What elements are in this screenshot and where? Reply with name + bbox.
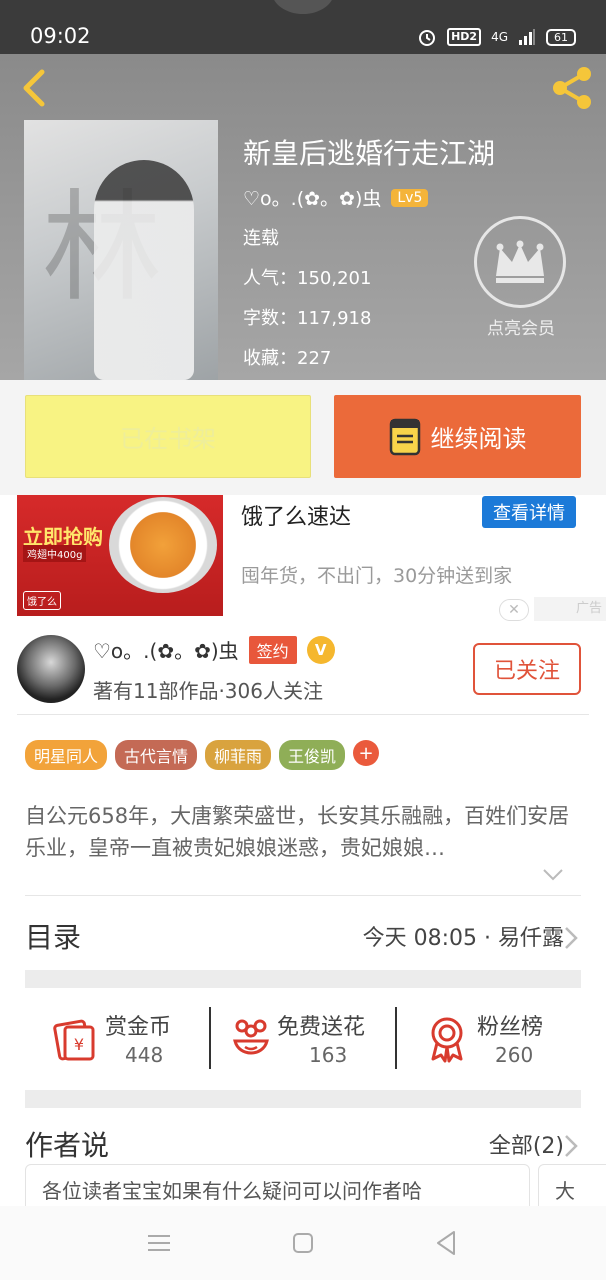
red-envelope-icon: ¥ — [53, 1019, 95, 1061]
medal-icon — [431, 1017, 463, 1063]
add-tag-button[interactable]: + — [353, 740, 380, 766]
tag-item[interactable]: 明星同人 — [25, 740, 108, 770]
tag-item[interactable]: 柳菲雨 — [205, 740, 272, 770]
back-button[interactable] — [14, 66, 54, 110]
author-card-name: ♡o。.(✿。✿)虫 — [93, 639, 239, 663]
vip-circle — [474, 216, 566, 308]
author-stats: 著有11部作品·306人关注 — [93, 679, 323, 703]
chevron-right-icon[interactable] — [564, 1134, 578, 1158]
network-label: 4G — [491, 30, 508, 44]
ad-image-subtitle: 鸡翅中400g — [23, 545, 87, 562]
ad-close-button[interactable]: ✕ — [499, 599, 529, 621]
book-popularity: 人气：150,201 — [243, 268, 372, 289]
chevron-left-icon — [23, 69, 45, 107]
signed-badge: 签约 — [248, 635, 297, 664]
signal-icon — [519, 29, 535, 45]
author-name: ♡o。.(✿。✿)虫 — [243, 188, 382, 210]
status-icons: HD2 4G 61 — [417, 24, 576, 50]
synopsis[interactable]: 自公元658年，大唐繁荣盛世，长安其乐融融，百姓们安居乐业，皇帝一直被贵妃娘娘迷… — [25, 800, 575, 864]
catalog-row[interactable]: 目录 今天 08:05 · 易仟露 — [0, 910, 606, 968]
section-separator — [25, 970, 581, 988]
follow-button[interactable]: 已关注 — [473, 643, 581, 695]
book-author[interactable]: ♡o。.(✿。✿)虫 Lv5 — [243, 184, 429, 211]
hd-badge: HD2 — [447, 28, 482, 46]
chevron-right-icon — [565, 927, 578, 949]
tag-list: 明星同人 古代言情 柳菲雨 王俊凯 + — [25, 740, 380, 770]
share-button[interactable] — [548, 64, 596, 112]
share-icon — [553, 67, 591, 109]
catalog-title: 目录 — [25, 921, 82, 954]
level-badge: Lv5 — [391, 188, 429, 207]
reward-coins-button[interactable]: ¥ 赏金币 448 — [25, 1005, 209, 1071]
alarm-icon — [419, 30, 436, 46]
verified-icon: V — [306, 635, 335, 664]
book-status: 连载 — [243, 228, 279, 249]
ad-detail-button[interactable]: 查看详情 — [482, 496, 576, 528]
stat-label: 粉丝榜 — [477, 1015, 544, 1040]
ad-image[interactable]: 立即抢购 鸡翅中400g 饿了么 — [17, 495, 223, 616]
book-word-count: 字数：117,918 — [243, 308, 372, 329]
divider — [17, 714, 589, 715]
cover-figure — [94, 160, 194, 380]
back-nav-icon[interactable] — [432, 1228, 462, 1258]
in-shelf-button[interactable]: 已在书架 — [25, 395, 311, 478]
tag-item[interactable]: 古代言情 — [115, 740, 198, 770]
system-nav-bar — [0, 1206, 606, 1280]
author-card-name-row: ♡o。.(✿。✿)虫 签约 V — [93, 635, 335, 664]
stat-label: 赏金币 — [105, 1015, 172, 1040]
status-time: 09:02 — [30, 24, 91, 48]
fan-ranking-button[interactable]: 粉丝榜 260 — [397, 1005, 581, 1071]
crown-icon — [496, 240, 544, 283]
book-title: 新皇后逃婚行走江湖 — [243, 137, 496, 170]
divider — [25, 895, 581, 896]
stat-value: 260 — [495, 1043, 534, 1067]
author-says-section: 作者说 全部(2) 各位读者宝宝如果有什么疑问可以问作者哈 大 — [0, 1120, 606, 1214]
book-collections: 收藏：227 — [243, 348, 332, 369]
vip-label: 点亮会员 — [487, 319, 555, 339]
ad-brand-logo: 饿了么 — [23, 591, 61, 610]
ad-title: 饿了么速达 — [241, 505, 352, 530]
book-header: 林 新皇后逃婚行走江湖 ♡o。.(✿。✿)虫 Lv5 连载 人气：150,201… — [0, 54, 606, 380]
ad-description: 囤年货，不出门，30分钟送到家 — [241, 565, 513, 587]
author-says-all-link[interactable]: 全部(2) — [489, 1128, 564, 1160]
svg-text:¥: ¥ — [74, 1035, 84, 1054]
continue-reading-button[interactable]: 继续阅读 — [334, 395, 581, 478]
action-bar: 已在书架 继续阅读 — [0, 380, 606, 495]
camera-notch — [272, 0, 334, 14]
author-card[interactable]: ♡o。.(✿。✿)虫 签约 V 著有11部作品·306人关注 已关注 — [0, 625, 606, 715]
flower-icon — [233, 1019, 269, 1055]
book-cover[interactable]: 林 — [24, 120, 218, 380]
status-bar: 09:02 HD2 4G 61 — [0, 0, 606, 54]
stats-row: ¥ 赏金币 448 免费送花 163 粉丝榜 260 — [25, 1005, 581, 1071]
chevron-down-icon[interactable] — [542, 868, 564, 882]
stat-value: 163 — [309, 1043, 348, 1067]
vip-button[interactable]: 点亮会员 — [474, 216, 568, 339]
catalog-latest-update: 今天 08:05 · 易仟露 — [362, 926, 564, 951]
stat-label: 免费送花 — [277, 1015, 366, 1040]
battery-indicator: 61 — [546, 28, 576, 46]
author-says-title: 作者说 — [25, 1129, 110, 1162]
ad-label: 广告 — [534, 597, 606, 621]
send-flower-button[interactable]: 免费送花 163 — [211, 1005, 395, 1071]
book-icon — [389, 418, 420, 455]
avatar[interactable] — [17, 635, 85, 703]
continue-reading-label: 继续阅读 — [430, 425, 527, 453]
menu-icon[interactable] — [144, 1228, 174, 1258]
ad-banner[interactable]: 立即抢购 鸡翅中400g 饿了么 饿了么速达 查看详情 囤年货，不出门，30分钟… — [0, 495, 606, 625]
section-separator — [25, 1090, 581, 1108]
tag-item[interactable]: 王俊凯 — [279, 740, 346, 770]
stat-value: 448 — [125, 1043, 164, 1067]
home-icon[interactable] — [288, 1228, 318, 1258]
ad-food-plate — [109, 497, 217, 593]
